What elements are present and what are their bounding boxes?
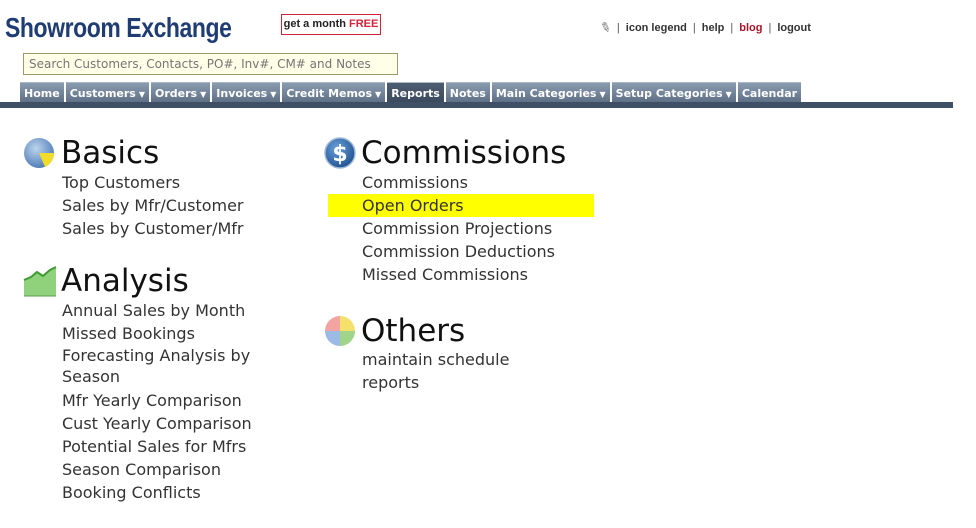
svg-text:$: $ <box>332 142 347 167</box>
nav-label: Invoices <box>216 87 268 100</box>
promo-button[interactable]: get a month FREE <box>281 14 381 35</box>
top-links: ✎ | icon legend | help | blog | logout <box>597 18 811 38</box>
report-link-maintain-schedule[interactable]: maintain schedule <box>362 349 582 370</box>
caret-down-icon: ▼ <box>270 90 277 99</box>
nav-calendar[interactable]: Calendar <box>737 82 802 103</box>
report-link-forecasting-analysis-by-season[interactable]: Forecasting Analysis by Season <box>62 345 282 387</box>
promo-free: FREE <box>349 18 379 30</box>
search-input[interactable] <box>23 53 398 75</box>
report-link-open-orders[interactable]: Open Orders <box>328 194 594 217</box>
report-link-commission-deductions[interactable]: Commission Deductions <box>362 240 594 263</box>
caret-down-icon: ▼ <box>375 90 382 99</box>
report-link-reports[interactable]: reports <box>362 372 582 393</box>
nav-customers[interactable]: Customers ▼ <box>65 82 150 103</box>
help-link[interactable]: help <box>702 22 725 34</box>
nav-label: Calendar <box>741 87 798 100</box>
report-link-season-comparison[interactable]: Season Comparison <box>62 458 282 481</box>
nav-setup-categories[interactable]: Setup Categories ▼ <box>611 82 736 103</box>
nav-label: Setup Categories <box>615 87 723 100</box>
caret-down-icon: ▼ <box>138 90 146 99</box>
report-link-potential-sales-for-mfrs[interactable]: Potential Sales for Mfrs <box>62 435 282 458</box>
section-title-others: Others <box>361 313 466 349</box>
section-basics: Basics Top Customers Sales by Mfr/Custome… <box>23 135 244 240</box>
nav-label: Notes <box>449 87 486 100</box>
nav-orders[interactable]: Orders ▼ <box>151 82 211 103</box>
section-analysis: Analysis Annual Sales by Month Missed Boo… <box>23 263 282 504</box>
pie-chart-icon <box>24 138 55 168</box>
logo[interactable]: Showroom Exchange <box>5 12 232 44</box>
report-link-cust-yearly-comparison[interactable]: Cust Yearly Comparison <box>62 412 282 435</box>
blog-link[interactable]: blog <box>739 22 762 34</box>
nav-label: Reports <box>391 87 440 100</box>
nav-label: Customers <box>69 87 136 100</box>
caret-down-icon: ▼ <box>200 90 207 99</box>
nav-label: Orders <box>155 87 198 100</box>
main-nav: Home Customers ▼ Orders ▼ Invoices ▼ Credit Mem… <box>20 82 802 103</box>
dollar-icon: $ <box>324 137 356 169</box>
nav-main-categories[interactable]: Main Categories ▼ <box>491 82 610 103</box>
nav-notes[interactable]: Notes <box>445 82 490 103</box>
logout-link[interactable]: logout <box>777 22 811 34</box>
report-link-commissions[interactable]: Commissions <box>362 171 594 194</box>
report-link-mfr-yearly-comparison[interactable]: Mfr Yearly Comparison <box>62 389 282 412</box>
section-title-basics: Basics <box>61 135 160 171</box>
pin-icon[interactable]: ✎ <box>598 19 613 38</box>
report-link-booking-conflicts[interactable]: Booking Conflicts <box>62 481 282 504</box>
section-title-commissions: Commissions <box>361 135 567 171</box>
promo-text: get a month <box>283 18 350 30</box>
section-commissions: $ Commissions Commissions Open Orders Comm… <box>323 135 594 286</box>
area-chart-icon <box>23 266 57 297</box>
multicolor-pie-icon <box>325 316 355 346</box>
nav-label: Home <box>24 87 60 100</box>
report-link-sales-by-mfr-customer[interactable]: Sales by Mfr/Customer <box>62 194 244 217</box>
report-link-top-customers[interactable]: Top Customers <box>62 171 244 194</box>
report-link-sales-by-customer-mfr[interactable]: Sales by Customer/Mfr <box>62 217 244 240</box>
nav-credit-memos[interactable]: Credit Memos ▼ <box>282 82 386 103</box>
nav-divider <box>0 102 953 108</box>
caret-down-icon: ▼ <box>725 90 732 99</box>
report-link-missed-bookings[interactable]: Missed Bookings <box>62 322 282 345</box>
section-others: Others maintain schedule reports <box>323 313 582 395</box>
report-link-missed-commissions[interactable]: Missed Commissions <box>362 263 594 286</box>
nav-reports[interactable]: Reports <box>387 82 444 103</box>
nav-label: Credit Memos <box>286 87 373 100</box>
section-title-analysis: Analysis <box>61 263 189 299</box>
icon-legend-link[interactable]: icon legend <box>626 22 687 34</box>
nav-home[interactable]: Home <box>20 82 64 103</box>
nav-label: Main Categories <box>495 87 597 100</box>
report-link-commission-projections[interactable]: Commission Projections <box>362 217 594 240</box>
caret-down-icon: ▼ <box>599 90 606 99</box>
nav-invoices[interactable]: Invoices ▼ <box>212 82 281 103</box>
report-link-annual-sales-by-month[interactable]: Annual Sales by Month <box>62 299 282 322</box>
